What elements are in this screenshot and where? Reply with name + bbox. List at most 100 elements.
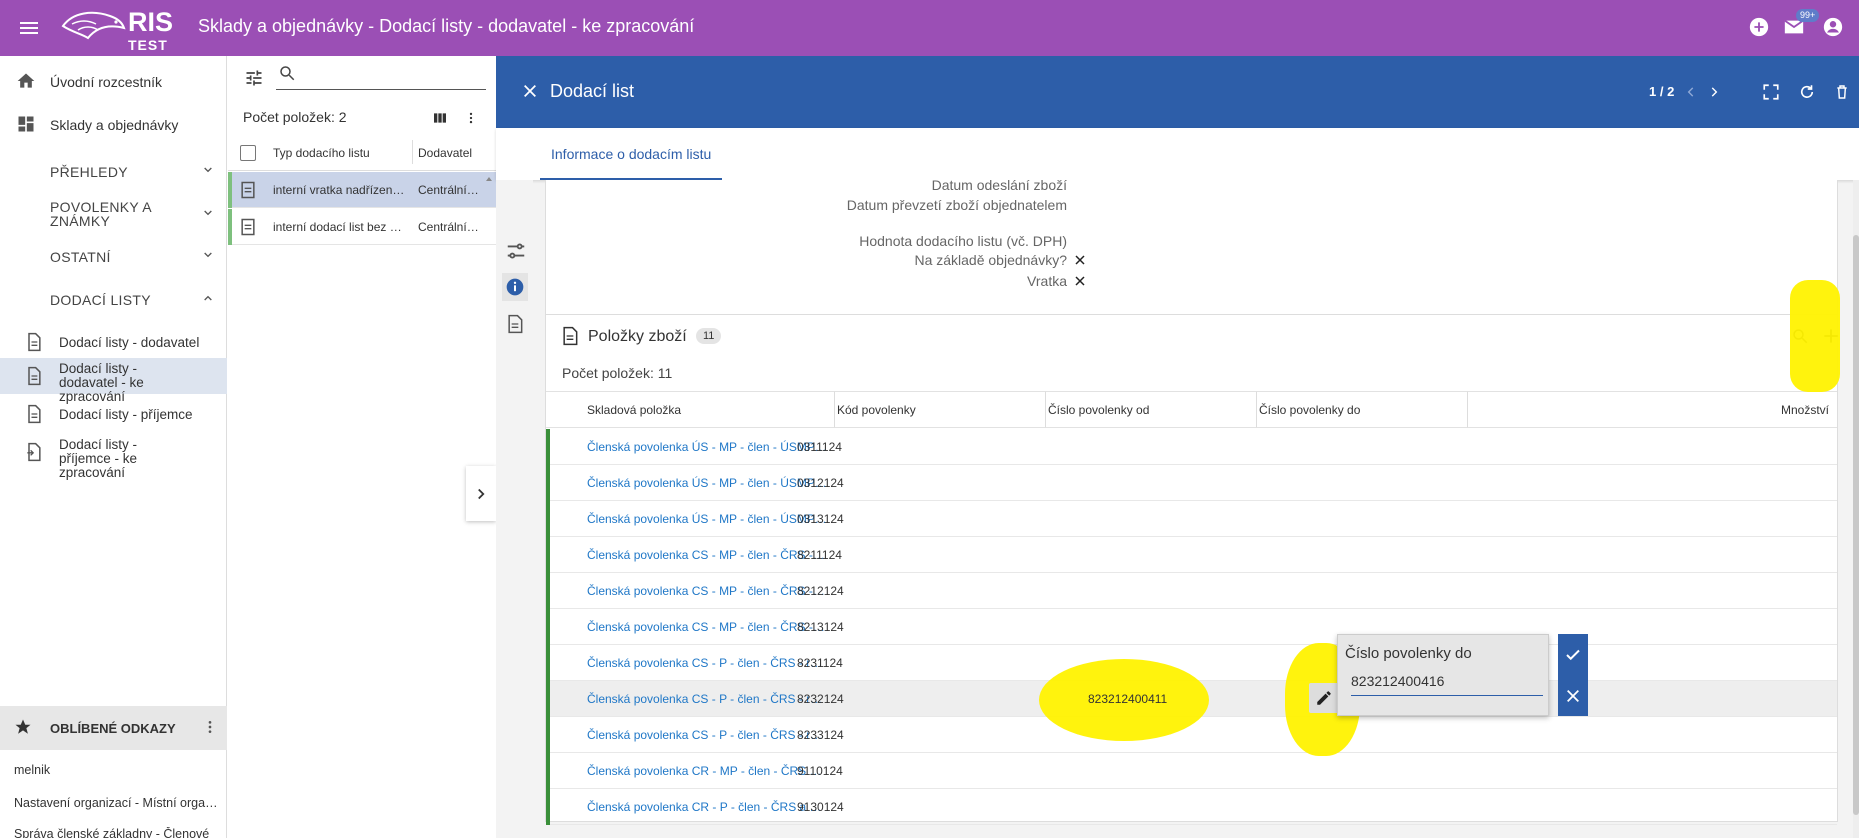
list-header: Typ dodacího listu Dodavatel [228,134,496,171]
home-icon [16,71,36,91]
permit-code: 8233124 [797,728,844,742]
table-row[interactable]: Členská povolenka CS - P - člen - ČRS - … [546,659,1837,741]
favorite-link[interactable]: Nastavení organizací - Místní organizace [14,796,219,810]
list-count: Počet položek: 2 [243,109,347,125]
highlight-annotation [1790,280,1840,392]
table-row[interactable]: Členská povolenka ÚS - MP - člen - ÚSMP … [546,429,1837,465]
info-icon[interactable] [502,273,528,301]
sidebar-item-warehouses[interactable]: Sklady a objednávky [0,109,227,139]
item-link[interactable]: Členská povolenka CS - P - člen - ČRS - … [587,692,827,706]
item-link[interactable]: Členská povolenka CR - P - člen - ČRS a … [587,800,827,814]
document-icon[interactable] [505,313,525,335]
chevron-down-icon[interactable] [200,205,216,221]
pager: 1 / 2 [1649,84,1675,99]
section-label: OSTATNÍ [50,249,111,265]
column-header[interactable]: Číslo povolenky do [1257,391,1468,428]
star-icon [14,718,32,736]
table-row[interactable]: Členská povolenka CS - P - člen - ČRS - … [546,717,1837,753]
sidebar-subitem-supplier[interactable]: Dodací listy - dodavatel [0,326,227,358]
refresh-icon[interactable] [1798,83,1816,101]
more-vert-icon[interactable] [202,718,218,736]
permit-from: 823212400411 [1088,692,1168,706]
table-row[interactable]: Členská povolenka CS - MP - člen - ČRS -… [546,609,1837,645]
sidebar-item-home[interactable]: Úvodní rozcestník [0,66,227,96]
column-header[interactable]: Dodavatel [418,146,478,160]
document-icon [24,366,44,386]
tab-delivery-info[interactable]: Informace o dodacím listu [540,128,723,180]
label-taken-date: Datum převzetí zboží objednatelem [846,197,1067,213]
delete-icon[interactable] [1834,83,1850,101]
editor-actions [1558,634,1588,716]
column-header[interactable]: Skladová položka [546,391,835,428]
editor-input[interactable]: 823212400416 [1351,673,1543,696]
collapse-panel-button[interactable] [466,466,496,521]
close-icon[interactable] [1565,688,1581,704]
table-row[interactable]: Členská povolenka CR - P - člen - ČRS a … [546,789,1837,825]
item-link[interactable]: Členská povolenka ÚS - MP - člen - ÚSMP … [587,440,827,454]
check-icon[interactable] [1564,646,1582,664]
edit-button[interactable] [1309,683,1339,713]
item-link[interactable]: Členská povolenka CS - MP - člen - ČRS -… [587,548,827,562]
table-row[interactable]: Členská povolenka CS - MP - člen - ČRS -… [546,537,1837,573]
item-link[interactable]: Členská povolenka ÚS - MP - člen - ÚSMP … [587,512,827,526]
item-link[interactable]: Členská povolenka ÚS - MP - člen - ÚSMP … [587,476,827,490]
settings-tune-icon[interactable] [505,240,527,262]
sidebar: Úvodní rozcestník Sklady a objednávky PŘ… [0,56,227,838]
permit-code: 8213124 [797,620,844,634]
chevron-left-icon[interactable] [1684,84,1698,100]
item-link[interactable]: Členská povolenka CS - MP - člen - ČRS -… [587,620,827,634]
list-row[interactable]: interní vratka nadřízené organizaci Cent… [228,172,496,208]
close-icon[interactable] [522,83,538,99]
item-link[interactable]: Členská povolenka CS - P - člen - ČRS - … [587,656,827,670]
item-link[interactable]: Členská povolenka CS - MP - člen - ČRS -… [587,584,827,598]
select-all-checkbox[interactable] [240,145,256,161]
column-header[interactable]: Číslo povolenky od [1046,391,1257,428]
item-link[interactable]: Členská povolenka CS - P - člen - ČRS - … [587,728,827,742]
editor-label: Číslo povolenky do [1345,645,1472,662]
search-input[interactable] [300,65,480,85]
add-circle-icon[interactable] [1748,16,1770,38]
document-icon [560,325,580,347]
item-link[interactable]: Členská povolenka CR - MP - člen - ČRS a… [587,764,827,778]
sidebar-subitem-recipient[interactable]: Dodací listy - příjemce [0,398,227,430]
logo[interactable]: RIS TEST [58,4,176,53]
close-icon [1074,254,1086,266]
table-row[interactable]: Členská povolenka CR - MP - člen - ČRS a… [546,753,1837,789]
column-header[interactable]: Kód povolenky [835,391,1046,428]
row-indicator [228,209,232,245]
chevron-up-icon[interactable] [200,290,216,306]
detail-scrollbar-thumb[interactable] [1853,235,1859,815]
label-note-value: Hodnota dodacího listu (vč. DPH) [859,233,1067,249]
permit-code: 8211124 [797,548,842,562]
table-row[interactable]: Členská povolenka ÚS - MP - člen - ÚSMP … [546,465,1837,501]
page-title: Sklady a objednávky - Dodací listy - dod… [198,16,695,36]
column-header[interactable]: Typ dodacího listu [273,146,403,160]
permit-code: 8212124 [797,584,844,598]
column-header[interactable]: Množství [1468,391,1837,428]
inline-editor: Číslo povolenky do 823212400416 [1337,634,1549,716]
account-icon[interactable] [1822,16,1844,38]
table-row[interactable]: Členská povolenka ÚS - MP - člen - ÚSMP … [546,501,1837,537]
menu-icon[interactable] [17,16,41,40]
chevron-down-icon[interactable] [200,247,216,263]
chevron-right-icon[interactable] [1707,84,1721,100]
list-row[interactable]: interní dodací list bez objednávky Centr… [228,209,496,245]
close-icon [1074,275,1086,287]
columns-icon[interactable] [431,110,449,126]
table-row[interactable]: Členská povolenka CS - MP - člen - ČRS -… [546,573,1837,609]
permit-code: 0312124 [797,476,844,490]
sidebar-subitem-supplier-processing[interactable]: Dodací listy - dodavatel - ke zpracování [0,358,227,404]
row-type: interní dodací list bez objednávky [273,220,407,234]
favorite-link[interactable]: melnik [14,763,219,777]
more-vert-icon[interactable] [464,109,478,127]
items-count: Počet položek: 11 [562,365,673,381]
sidebar-subitem-recipient-processing[interactable]: Dodací listy - příjemce - ke zpracování [0,434,227,480]
logo-subtext: TEST [128,37,168,53]
document-import-icon [24,442,44,462]
label-return: Vratka [1027,273,1067,289]
favorite-link[interactable]: Správa členské základny - Členové [14,827,219,838]
fullscreen-icon[interactable] [1762,83,1780,101]
filter-icon[interactable] [244,68,264,88]
favorites-header[interactable]: OBLÍBENÉ ODKAZY [0,706,227,750]
chevron-down-icon[interactable] [200,162,216,178]
